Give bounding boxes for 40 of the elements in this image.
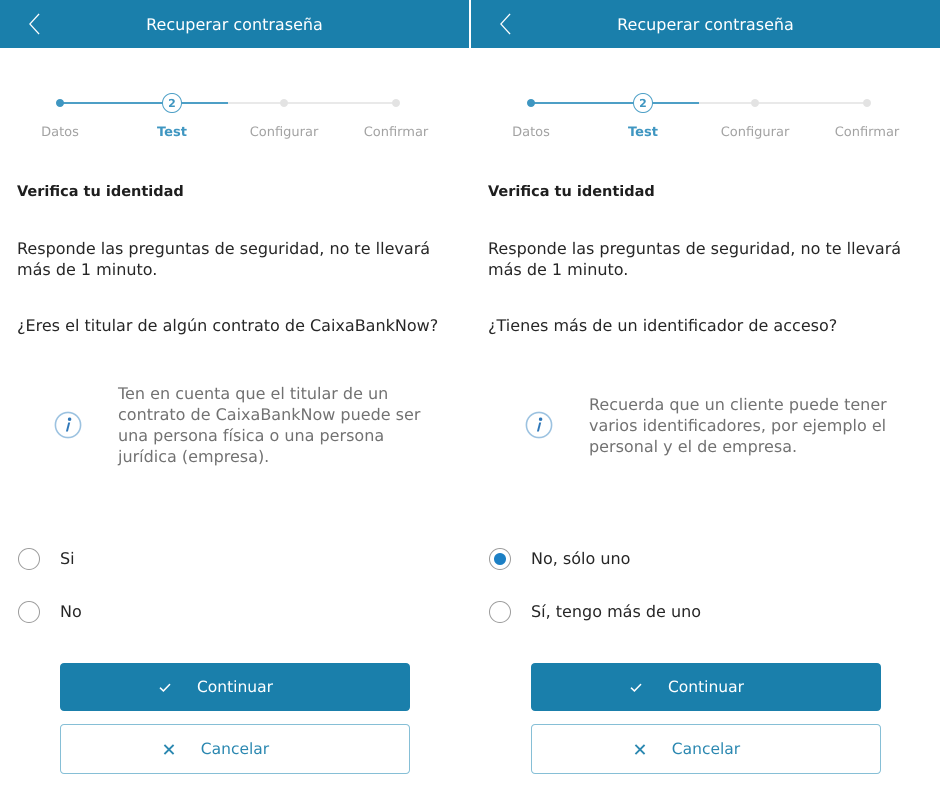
- radio-button[interactable]: [489, 548, 511, 570]
- step-label: Configurar: [720, 125, 790, 141]
- step-label: Datos: [41, 125, 79, 141]
- header-title: Recuperar contraseña: [616, 14, 795, 34]
- cancel-button[interactable]: Cancelar: [531, 724, 881, 774]
- step-label: Datos: [512, 125, 550, 141]
- radio-button[interactable]: [489, 600, 511, 622]
- info-icon: [54, 411, 82, 439]
- radio-button[interactable]: [18, 548, 40, 570]
- intro-text: Responde las preguntas de seguridad, no te llevará más de 1 minuto.: [17, 238, 432, 280]
- header-title: Recuperar contraseña: [145, 14, 324, 34]
- info-text: Recuerda que un cliente puede tener varios identificadores, por ejemplo el personal y el de empresa.: [589, 394, 888, 456]
- step-label: Test: [628, 125, 658, 141]
- check-icon: [158, 682, 171, 692]
- continue-button[interactable]: Continuar: [531, 663, 881, 711]
- option-label[interactable]: Si: [60, 549, 75, 568]
- step-number: 2: [162, 93, 182, 113]
- step-label: Test: [157, 125, 187, 141]
- step-label: Configurar: [250, 125, 318, 141]
- continue-button[interactable]: Continuar: [60, 663, 410, 711]
- step-label: Confirmar: [834, 125, 900, 141]
- info-icon: [525, 411, 553, 439]
- close-icon: [162, 744, 175, 754]
- step-number: 2: [633, 93, 653, 113]
- section-heading: Verifica tu identidad: [488, 183, 656, 202]
- step-label: Confirmar: [364, 125, 428, 141]
- back-icon[interactable]: [29, 13, 40, 35]
- back-icon[interactable]: [500, 13, 511, 35]
- cancel-button[interactable]: Cancelar: [60, 724, 410, 774]
- question-text: ¿Tienes más de un identificador de acceso?: [488, 315, 838, 336]
- info-text: Ten en cuenta que el titular de un contrato de CaixaBankNow puede ser una persona física o una persona jurídica (empresa).: [118, 383, 422, 467]
- section-heading: Verifica tu identidad: [17, 183, 185, 202]
- option-label[interactable]: Sí, tengo más de uno: [531, 602, 702, 621]
- close-icon: [634, 744, 646, 754]
- radio-button[interactable]: [18, 600, 40, 622]
- intro-text: Responde las preguntas de seguridad, no te llevará más de 1 minuto.: [488, 238, 902, 280]
- question-text: ¿Eres el titular de algún contrato de CaixaBankNow?: [17, 315, 440, 336]
- option-label[interactable]: No, sólo uno: [531, 549, 630, 568]
- option-label[interactable]: No: [60, 602, 82, 621]
- check-icon: [630, 682, 642, 692]
